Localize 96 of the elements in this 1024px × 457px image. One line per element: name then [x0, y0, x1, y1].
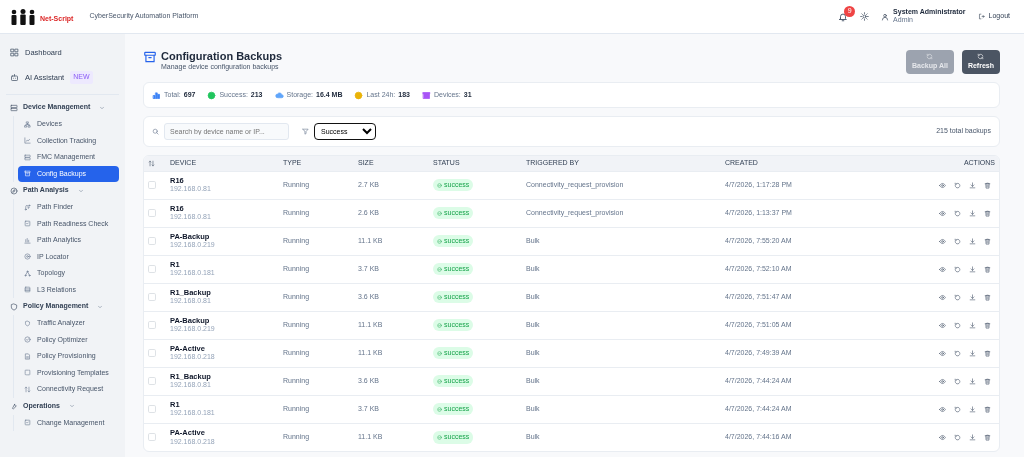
- check-circle-icon: [437, 322, 442, 328]
- chevron-icon: [68, 403, 75, 409]
- row-checkbox[interactable]: [148, 404, 156, 413]
- check-circle-icon: [437, 434, 442, 440]
- check-circle-icon: [437, 350, 442, 356]
- delete-icon[interactable]: [984, 321, 991, 329]
- sort-icon[interactable]: [148, 159, 155, 167]
- sun-icon[interactable]: [860, 12, 870, 21]
- restore-icon[interactable]: [954, 293, 961, 301]
- delete-icon[interactable]: [984, 181, 991, 189]
- row-checkbox[interactable]: [148, 292, 156, 301]
- checklist-icon: [24, 419, 31, 427]
- eye-icon[interactable]: [939, 265, 946, 273]
- row-checkbox[interactable]: [148, 180, 156, 189]
- eye-icon[interactable]: [939, 377, 946, 385]
- bar-chart-icon: [24, 236, 31, 244]
- page-title: Configuration Backups: [161, 50, 282, 63]
- archive-icon: [143, 50, 157, 64]
- grid-icon: [10, 48, 19, 57]
- restore-icon[interactable]: [954, 265, 961, 273]
- server-icon: [24, 153, 31, 161]
- route-icon: [24, 203, 31, 211]
- restore-icon[interactable]: [954, 405, 961, 413]
- refresh-icon: [926, 52, 934, 60]
- layers-icon: [24, 286, 31, 294]
- download-icon[interactable]: [969, 237, 976, 245]
- restore-icon[interactable]: [954, 181, 961, 189]
- row-checkbox[interactable]: [148, 320, 156, 329]
- search-icon: [152, 128, 159, 135]
- delete-icon[interactable]: [984, 209, 991, 217]
- download-icon[interactable]: [969, 433, 976, 441]
- eye-icon[interactable]: [939, 349, 946, 357]
- topology-icon: [24, 269, 31, 277]
- download-icon[interactable]: [969, 405, 976, 413]
- check-circle-icon: [437, 378, 442, 384]
- delete-icon[interactable]: [984, 349, 991, 357]
- row-checkbox[interactable]: [148, 208, 156, 217]
- network-icon: [24, 120, 31, 128]
- download-icon[interactable]: [969, 321, 976, 329]
- delete-icon[interactable]: [984, 377, 991, 385]
- restore-icon[interactable]: [954, 349, 961, 357]
- eye-icon[interactable]: [939, 321, 946, 329]
- eye-icon[interactable]: [939, 293, 946, 301]
- delete-icon[interactable]: [984, 433, 991, 441]
- restore-icon[interactable]: [954, 237, 961, 245]
- robot-icon: [10, 73, 19, 82]
- eye-icon[interactable]: [939, 237, 946, 245]
- row-checkbox[interactable]: [148, 264, 156, 273]
- filter-icon: [302, 128, 309, 135]
- logo-drawing: [10, 8, 36, 25]
- chevron-icon: [77, 187, 84, 194]
- download-icon[interactable]: [969, 349, 976, 357]
- target-icon: [24, 253, 31, 261]
- row-checkbox[interactable]: [148, 376, 156, 385]
- check-circle-icon: [437, 238, 442, 244]
- check-circle-icon: [437, 182, 442, 188]
- user-icon: [881, 12, 890, 21]
- compass-icon: [10, 186, 18, 195]
- restore-icon[interactable]: [954, 209, 961, 217]
- delete-icon[interactable]: [984, 237, 991, 245]
- checklist-icon: [24, 220, 31, 228]
- check-circle-icon: [437, 210, 442, 216]
- archive-icon: [24, 170, 31, 178]
- delete-icon[interactable]: [984, 405, 991, 413]
- eye-icon[interactable]: [939, 181, 946, 189]
- download-icon[interactable]: [969, 293, 976, 301]
- chart-icon: [24, 137, 31, 145]
- download-icon[interactable]: [969, 377, 976, 385]
- delete-icon[interactable]: [984, 265, 991, 273]
- download-icon[interactable]: [969, 181, 976, 189]
- template-icon: [24, 369, 31, 377]
- delete-icon[interactable]: [984, 293, 991, 301]
- server-icon: [10, 103, 18, 112]
- row-checkbox[interactable]: [148, 236, 156, 245]
- row-checkbox[interactable]: [148, 433, 156, 442]
- document-icon: [24, 352, 31, 360]
- check-circle-icon: [437, 266, 442, 272]
- chevron-icon: [99, 104, 106, 111]
- download-icon[interactable]: [969, 265, 976, 273]
- restore-icon[interactable]: [954, 433, 961, 441]
- check-circle-icon: [437, 406, 442, 412]
- arrows-icon: [24, 385, 31, 393]
- check-circle-icon: [24, 336, 31, 344]
- chevron-icon: [97, 303, 104, 310]
- download-icon[interactable]: [969, 209, 976, 217]
- restore-icon[interactable]: [954, 377, 961, 385]
- eye-icon[interactable]: [939, 209, 946, 217]
- row-checkbox[interactable]: [148, 348, 156, 357]
- eye-icon[interactable]: [939, 405, 946, 413]
- restore-icon[interactable]: [954, 321, 961, 329]
- refresh-icon: [977, 52, 985, 60]
- logout-icon: [977, 13, 985, 20]
- eye-icon[interactable]: [939, 433, 946, 441]
- check-circle-icon: [437, 294, 442, 300]
- bell-icon[interactable]: [838, 11, 849, 22]
- wrench-icon: [10, 402, 18, 410]
